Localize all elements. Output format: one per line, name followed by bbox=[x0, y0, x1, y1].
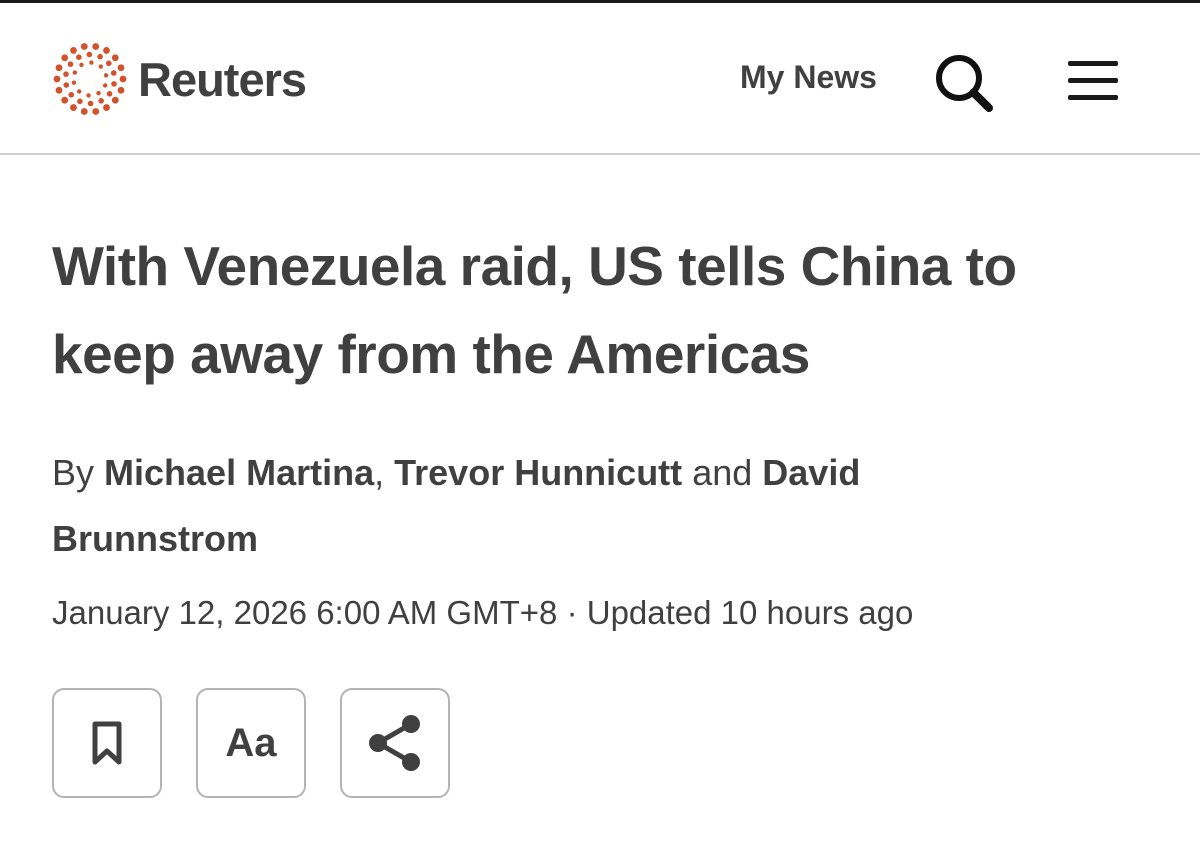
share-icon bbox=[369, 715, 420, 771]
logo-dot bbox=[63, 82, 70, 88]
logo-dot bbox=[96, 90, 101, 96]
bookmark-icon bbox=[92, 721, 122, 765]
font-size-icon: Aa bbox=[225, 720, 277, 765]
dateline: January 12, 2026 6:00 AM GMT+8 · Updated… bbox=[52, 594, 913, 632]
logo-dot bbox=[92, 43, 100, 50]
logo-dot bbox=[70, 104, 77, 111]
logo-dot bbox=[76, 89, 82, 94]
logo-dot bbox=[89, 60, 94, 65]
my-news-link[interactable]: My News bbox=[740, 59, 877, 96]
brand-name: Reuters bbox=[138, 52, 307, 106]
logo-dot bbox=[70, 47, 77, 54]
logo-dot bbox=[86, 93, 91, 98]
byline: By Michael Martina, Trevor Hunnicutt and… bbox=[52, 440, 1052, 572]
logo-dot bbox=[103, 73, 109, 78]
headline-line-2: keep away from the Americas bbox=[52, 323, 810, 385]
menu-button[interactable] bbox=[1064, 57, 1124, 105]
logo-dot bbox=[63, 71, 69, 77]
author-link-michael-martina[interactable]: Michael Martina bbox=[104, 452, 374, 493]
font-size-button[interactable]: Aa bbox=[196, 688, 306, 798]
author3-last: Brunnstrom bbox=[52, 518, 258, 559]
author-link-trevor-hunnicutt[interactable]: Trevor Hunnicutt bbox=[394, 452, 682, 493]
logo-dot bbox=[68, 91, 75, 98]
logo-dot bbox=[117, 86, 125, 94]
byline-separator: , bbox=[374, 452, 385, 493]
logo-dot bbox=[102, 83, 108, 88]
logo-dot bbox=[86, 51, 93, 58]
logo-dot bbox=[72, 70, 78, 75]
logo-dot bbox=[79, 62, 84, 68]
logo-dot bbox=[55, 64, 63, 72]
logo-dot bbox=[110, 70, 117, 76]
logo-dot bbox=[117, 64, 125, 72]
logo-dot bbox=[77, 98, 83, 105]
logo-dot bbox=[97, 53, 103, 60]
logo-dot bbox=[76, 54, 82, 60]
article-actions: Aa bbox=[52, 688, 450, 798]
search-button[interactable] bbox=[932, 51, 996, 115]
author3-first: David bbox=[762, 452, 861, 493]
logo-dot bbox=[67, 61, 74, 67]
logo-dot bbox=[71, 80, 77, 85]
logo-dot bbox=[80, 43, 88, 50]
logo-dot bbox=[111, 96, 119, 104]
logo-dot bbox=[111, 54, 119, 62]
logo-dot bbox=[55, 86, 63, 94]
byline-prefix: By bbox=[52, 452, 95, 493]
logo-dot bbox=[87, 100, 94, 107]
reuters-logo[interactable]: Reuters bbox=[52, 41, 307, 117]
logo-dot bbox=[98, 98, 104, 104]
share-button[interactable] bbox=[340, 688, 450, 798]
updated-time: Updated 10 hours ago bbox=[586, 594, 914, 631]
logo-dot bbox=[61, 96, 69, 104]
logo-dot bbox=[105, 60, 112, 67]
logo-dot bbox=[106, 91, 113, 97]
reuters-logo-icon bbox=[53, 43, 127, 115]
logo-dot bbox=[53, 75, 61, 83]
date-separator: · bbox=[566, 594, 578, 631]
publish-date: January 12, 2026 6:00 AM GMT+8 bbox=[52, 594, 558, 631]
logo-dot bbox=[98, 64, 104, 69]
logo-dot bbox=[111, 81, 117, 87]
bookmark-button[interactable] bbox=[52, 688, 162, 798]
logo-dot bbox=[92, 108, 100, 115]
search-icon bbox=[936, 55, 993, 112]
logo-dot bbox=[103, 104, 110, 111]
site-header: Reuters My News bbox=[0, 3, 1200, 155]
article-headline: With Venezuela raid, US tells China to k… bbox=[52, 222, 1162, 398]
logo-dot bbox=[61, 54, 69, 62]
byline-conjunction: and bbox=[692, 452, 753, 493]
logo-dot bbox=[80, 108, 88, 115]
logo-dot bbox=[119, 75, 127, 83]
headline-line-1: With Venezuela raid, US tells China to bbox=[52, 235, 1017, 297]
logo-dot bbox=[103, 47, 110, 54]
